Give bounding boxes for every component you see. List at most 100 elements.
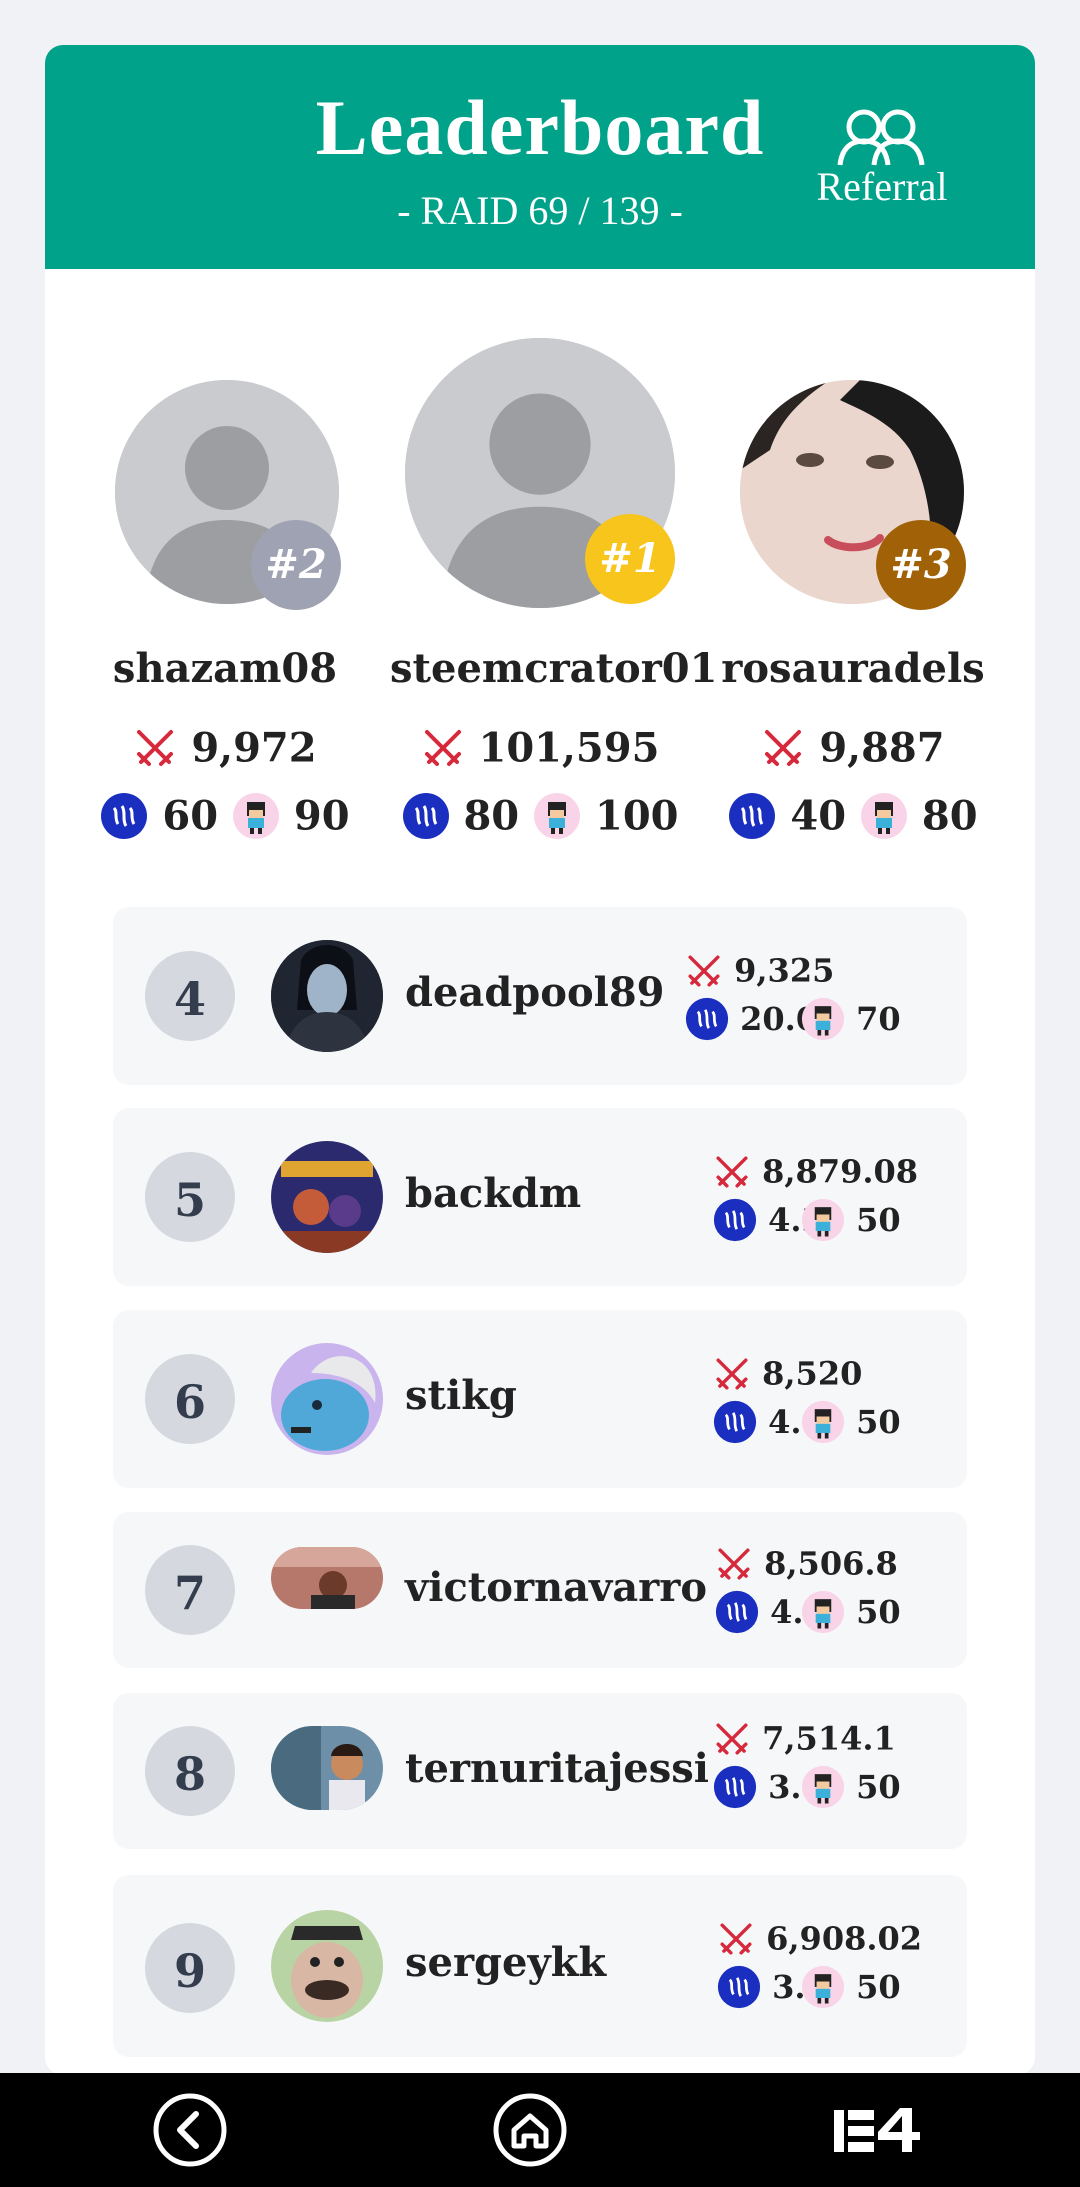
player-name: ternuritajessi <box>405 1745 709 1792</box>
power-value: 8,506.8 <box>764 1544 898 1583</box>
crossed-swords-icon <box>716 1722 748 1755</box>
bottom-navbar <box>0 2073 1080 2187</box>
steem-coin-icon <box>715 1590 759 1634</box>
character-icon <box>860 793 907 839</box>
rewards-stat: 40 80 <box>703 789 1003 840</box>
power-value: 101,595 <box>478 724 660 772</box>
user-photo <box>271 940 383 1052</box>
character-value: 90 <box>293 792 350 840</box>
steem-coin-icon <box>713 1765 757 1809</box>
list-item[interactable]: 4 deadpool89 9,325 20.0 70 <box>113 907 967 1085</box>
rank-badge: #3 <box>876 520 966 610</box>
crossed-swords-icon <box>716 1357 748 1390</box>
character-stat: 50 <box>801 1198 901 1242</box>
character-value: 100 <box>594 792 679 840</box>
crossed-swords-icon <box>765 730 802 766</box>
list-item[interactable]: 9 sergeykk 6,908.02 3.3 50 <box>113 1875 967 2057</box>
character-stat: 50 <box>801 1400 901 1444</box>
character-icon <box>534 793 581 839</box>
rank-badge: #1 <box>585 514 675 604</box>
referral-button[interactable]: Referral <box>797 105 967 235</box>
steem-stat: 20.0 <box>685 997 818 1041</box>
power-stat: 8,879.08 <box>713 1150 918 1191</box>
home-button[interactable] <box>490 2090 570 2170</box>
app-logo-icon <box>834 2108 920 2152</box>
list-item[interactable]: 8 ternuritajessi 7,514.1 3.6 50 <box>113 1693 967 1849</box>
character-value: 50 <box>856 1768 901 1806</box>
steem-coin-icon <box>713 1400 757 1444</box>
steem-value: 40 <box>790 792 847 840</box>
header: Leaderboard - RAID 69 / 139 - Referral <box>45 45 1035 269</box>
character-icon <box>801 1765 845 1809</box>
rank-number: 9 <box>145 1923 235 2013</box>
leaderboard-card: Leaderboard - RAID 69 / 139 - Referral #… <box>45 45 1035 2075</box>
app-button[interactable] <box>830 2090 930 2170</box>
power-stat: 8,520 <box>713 1352 862 1393</box>
power-stat: 9,325 <box>685 949 834 990</box>
steem-coin-icon <box>402 793 449 839</box>
player-name: stikg <box>405 1372 517 1419</box>
steem-coin-icon <box>729 793 776 839</box>
steem-value: 60 <box>162 792 219 840</box>
power-value: 7,514.1 <box>762 1719 896 1758</box>
power-value: 9,887 <box>819 724 945 772</box>
rank-badge: #2 <box>251 520 341 610</box>
power-value: 8,879.08 <box>762 1152 919 1191</box>
user-photo <box>271 1910 383 2022</box>
user-photo <box>271 1343 383 1455</box>
users-icon <box>837 109 925 166</box>
back-icon <box>153 2093 227 2167</box>
crossed-swords-icon <box>716 1155 748 1188</box>
rank-number: 8 <box>145 1726 235 1816</box>
user-photo <box>271 1547 383 1609</box>
user-photo <box>271 1141 383 1253</box>
list-item[interactable]: 7 victornavarro 8,506.8 4.1 50 <box>113 1512 967 1668</box>
power-value: 9,972 <box>191 724 317 772</box>
avatar <box>271 1910 383 2022</box>
character-value: 70 <box>856 1000 901 1038</box>
crossed-swords-icon <box>688 954 720 987</box>
avatar <box>271 1141 383 1253</box>
crossed-swords-icon <box>720 1922 752 1955</box>
back-button[interactable] <box>150 2090 230 2170</box>
character-value: 50 <box>856 1201 901 1239</box>
power-stat: 101,595 <box>390 721 690 772</box>
steem-coin-icon <box>713 1198 757 1242</box>
avatar <box>271 940 383 1052</box>
list-item[interactable]: 5 backdm 8,879.08 4.3 50 <box>113 1108 967 1286</box>
character-icon <box>232 793 279 839</box>
character-stat: 50 <box>801 1765 901 1809</box>
avatar <box>271 1343 383 1455</box>
power-stat: 8,506.8 <box>715 1542 898 1583</box>
character-value: 50 <box>856 1968 901 2006</box>
avatar <box>271 1547 383 1609</box>
power-stat: 9,887 <box>703 721 1003 772</box>
rank-number: 6 <box>145 1354 235 1444</box>
user-photo <box>271 1726 383 1810</box>
power-stat: 7,514.1 <box>713 1717 896 1758</box>
home-icon <box>493 2093 567 2167</box>
character-icon <box>801 1198 845 1242</box>
power-stat: 6,908.02 <box>717 1917 922 1958</box>
player-name: steemcrator01 <box>390 645 718 692</box>
list-item[interactable]: 6 stikg 8,520 4.1 50 <box>113 1310 967 1488</box>
referral-label: Referral <box>816 164 948 209</box>
rewards-stat: 60 90 <box>75 789 375 840</box>
rank-number: 5 <box>145 1152 235 1242</box>
player-name: shazam08 <box>112 645 338 692</box>
steem-value: 80 <box>463 792 520 840</box>
character-icon <box>801 1400 845 1444</box>
crossed-swords-icon <box>424 730 461 766</box>
rank-number: 4 <box>145 951 235 1041</box>
player-name: victornavarro <box>405 1564 708 1611</box>
character-value: 50 <box>856 1403 901 1441</box>
character-value: 50 <box>856 1593 901 1631</box>
player-name: deadpool89 <box>405 969 665 1016</box>
power-value: 8,520 <box>762 1354 863 1393</box>
player-name: rosauradels <box>721 645 985 692</box>
character-icon <box>801 1590 845 1634</box>
player-name: backdm <box>405 1170 582 1217</box>
character-stat: 50 <box>801 1590 901 1634</box>
power-stat: 9,972 <box>75 721 375 772</box>
player-name: sergeykk <box>405 1939 607 1986</box>
